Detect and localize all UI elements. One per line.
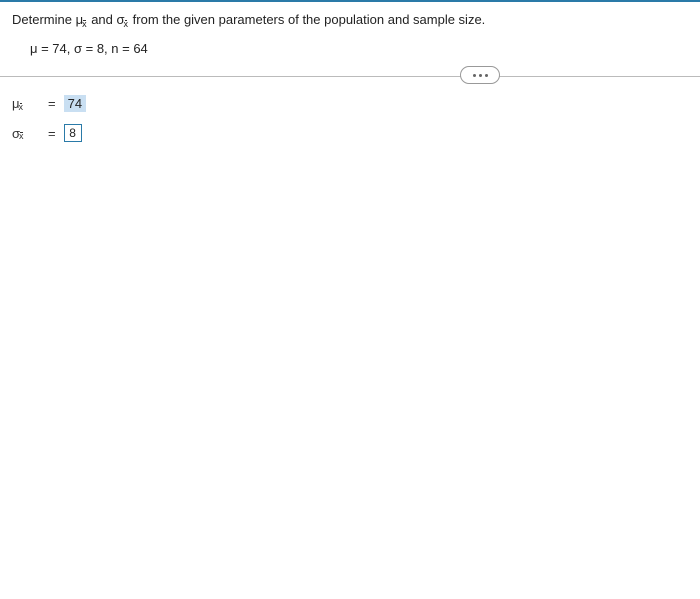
mu-xbar-symbol: μx (76, 12, 88, 27)
top-border (0, 0, 700, 2)
question-area: Determine μx and σx from the given param… (0, 12, 700, 56)
parameters-line: μ = 74, σ = 8, n = 64 (30, 41, 688, 56)
mu-answer-value[interactable]: 74 (64, 95, 86, 112)
section-divider (0, 76, 700, 77)
more-button[interactable] (460, 66, 500, 84)
sigma-xbar-symbol: σx (117, 12, 130, 27)
mu-xbar-label: μx (12, 96, 40, 111)
answer-block: μx = 74 σx = 8 (0, 95, 700, 142)
answer-row-sigma: σx = 8 (12, 124, 688, 142)
prompt-prefix: Determine (12, 12, 76, 27)
prompt-mid: and (88, 12, 117, 27)
ellipsis-icon (473, 74, 488, 77)
equals-sign: = (48, 126, 56, 141)
prompt-suffix: from the given parameters of the populat… (129, 12, 485, 27)
divider-wrap (0, 76, 700, 77)
question-prompt: Determine μx and σx from the given param… (12, 12, 688, 27)
equals-sign: = (48, 96, 56, 111)
sigma-answer-input[interactable]: 8 (64, 124, 82, 142)
answer-row-mu: μx = 74 (12, 95, 688, 112)
sigma-xbar-label: σx (12, 126, 40, 141)
